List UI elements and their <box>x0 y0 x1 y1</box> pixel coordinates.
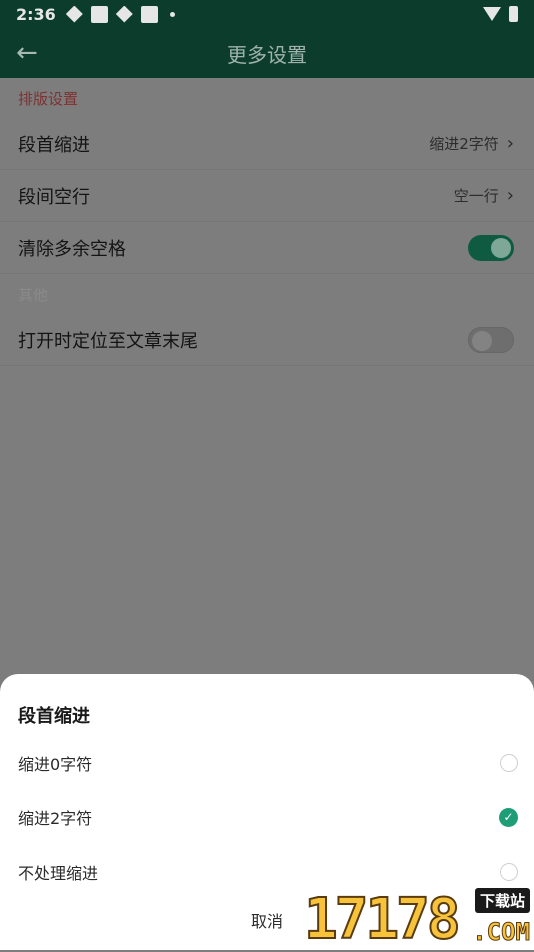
page-title: 更多设置 <box>227 42 307 67</box>
option-label: 不处理缩进 <box>18 864 99 883</box>
app-bar: ← 更多设置 <box>0 28 534 78</box>
more-notifications-dot-icon <box>169 11 175 17</box>
radio-unchecked-icon[interactable] <box>500 863 518 881</box>
setting-row-remove-extra-spaces: 清除多余空格 <box>0 222 534 274</box>
setting-row-paragraph-indent[interactable]: 段首缩进 缩进2字符 › <box>0 118 534 170</box>
setting-label: 打开时定位至文章末尾 <box>18 330 198 352</box>
setting-value: 缩进2字符 <box>429 135 499 153</box>
back-button[interactable]: ← <box>16 38 38 68</box>
watermark-domain: .COM <box>472 918 531 947</box>
remove-spaces-toggle[interactable] <box>468 234 514 261</box>
status-time: 2:36 <box>16 4 56 24</box>
arrow-left-icon: ← <box>16 38 38 68</box>
notification-square-icon <box>90 5 108 23</box>
radio-checked-icon[interactable]: ✓ <box>499 807 518 827</box>
watermark-tag: 下载站 <box>474 888 530 913</box>
setting-row-open-at-end: 打开时定位至文章末尾 <box>0 314 534 366</box>
setting-row-paragraph-spacing[interactable]: 段间空行 空一行 › <box>0 170 534 222</box>
open-at-end-toggle[interactable] <box>468 326 514 353</box>
option-indent-0[interactable]: 缩进0字符 <box>0 736 534 790</box>
status-bar: 2:36 <box>0 0 534 28</box>
wifi-icon <box>483 7 501 21</box>
settings-list: 排版设置 段首缩进 缩进2字符 › 段间空行 空一行 › 清除多余空格 其他 打… <box>0 78 534 366</box>
chevron-right-icon: › <box>506 133 514 154</box>
watermark-logo: 17178 下载站 .COM <box>303 884 531 952</box>
watermark-number: 17178 <box>303 887 462 952</box>
aperture-icon <box>115 5 133 23</box>
setting-label: 段间空行 <box>18 186 90 208</box>
toggle-knob <box>472 330 492 351</box>
radio-unchecked-icon[interactable] <box>500 754 518 772</box>
section-header-other: 其他 <box>18 285 49 304</box>
sheet-title: 段首缩进 <box>18 706 90 727</box>
aperture-icon <box>65 5 83 23</box>
option-label: 缩进2字符 <box>18 809 93 828</box>
option-indent-2[interactable]: 缩进2字符 ✓ <box>0 790 534 844</box>
option-label: 缩进0字符 <box>18 755 93 774</box>
toggle-knob <box>491 237 511 258</box>
battery-icon <box>509 6 518 22</box>
section-header-layout: 排版设置 <box>18 89 79 108</box>
notification-square-icon <box>140 5 158 23</box>
setting-value: 空一行 <box>453 187 499 205</box>
chevron-right-icon: › <box>506 185 514 206</box>
setting-label: 段首缩进 <box>18 134 90 156</box>
setting-label: 清除多余空格 <box>18 238 126 260</box>
